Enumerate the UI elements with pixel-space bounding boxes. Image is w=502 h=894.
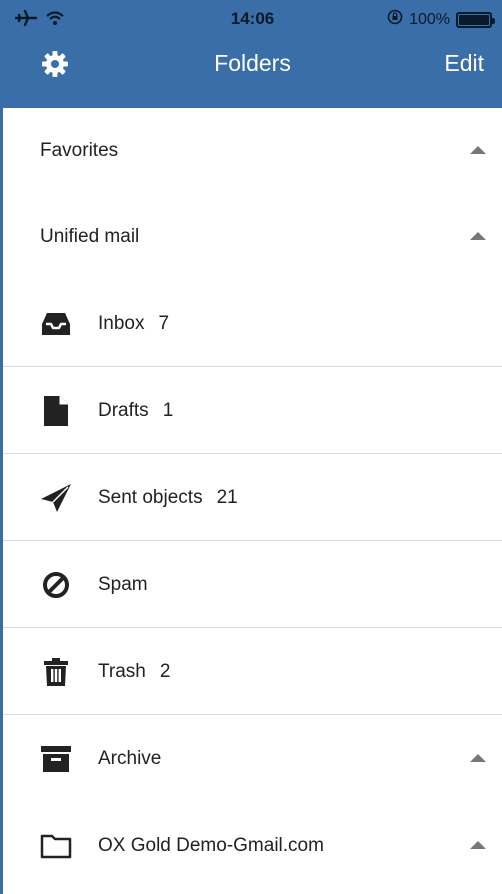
unread-count: 1 — [162, 399, 174, 421]
folder-label: Spam — [98, 573, 148, 595]
section-label: Favorites — [40, 140, 119, 161]
spam-block-icon — [40, 569, 72, 601]
folder-list: Favorites Unified mail Inbox 7 Drafts 1 … — [3, 108, 502, 889]
battery-percent: 100% — [409, 10, 450, 28]
folder-label: Trash — [98, 660, 146, 682]
folder-row-spam[interactable]: Spam — [3, 541, 502, 628]
header: 14:06 100% Folders Edit — [3, 0, 502, 108]
inbox-icon — [40, 308, 72, 340]
section-favorites[interactable]: Favorites — [3, 108, 502, 194]
section-label: Unified mail — [40, 226, 140, 247]
folder-label: Archive — [98, 747, 162, 769]
page-title: Folders — [214, 50, 291, 76]
nav-bar: Folders Edit — [3, 40, 502, 108]
section-unified-mail[interactable]: Unified mail — [3, 194, 502, 280]
folder-label: OX Gold Demo-Gmail.com — [98, 834, 324, 856]
folder-row-archive[interactable]: Archive — [3, 715, 502, 802]
chevron-up-icon[interactable] — [470, 232, 486, 240]
folder-icon — [40, 830, 72, 862]
battery-icon — [456, 11, 495, 28]
folder-row-drafts[interactable]: Drafts 1 — [3, 367, 502, 454]
draft-document-icon — [40, 395, 72, 427]
folder-label: Sent objects — [98, 486, 203, 508]
folder-row-trash[interactable]: Trash 2 — [3, 628, 502, 715]
chevron-up-icon[interactable] — [470, 840, 486, 849]
paper-plane-icon — [40, 482, 72, 514]
chevron-up-icon[interactable] — [470, 146, 486, 154]
unread-count: 2 — [159, 660, 171, 682]
status-bar: 14:06 100% — [3, 0, 502, 40]
edit-button[interactable]: Edit — [444, 50, 484, 77]
folder-label: Inbox — [98, 312, 145, 334]
unread-count: 7 — [158, 312, 170, 334]
folder-row-inbox[interactable]: Inbox 7 — [3, 280, 502, 367]
folder-row-sent-objects[interactable]: Sent objects 21 — [3, 454, 502, 541]
orientation-lock-icon — [387, 9, 403, 30]
folder-label: Drafts — [98, 399, 149, 421]
app-frame: 14:06 100% Folders Edit Favorites Unifie… — [0, 0, 502, 894]
folder-row-account[interactable]: OX Gold Demo-Gmail.com — [3, 802, 502, 889]
status-right: 100% — [387, 9, 495, 30]
unread-count: 21 — [216, 486, 238, 508]
trash-icon — [40, 656, 72, 688]
chevron-up-icon[interactable] — [470, 753, 486, 762]
archive-box-icon — [40, 743, 72, 775]
